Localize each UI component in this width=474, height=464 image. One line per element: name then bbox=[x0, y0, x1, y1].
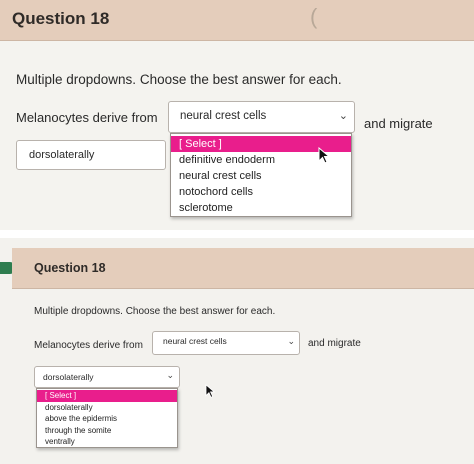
melanocytes-derive-label: Melanocytes derive from bbox=[34, 340, 143, 351]
chevron-down-icon: ⌄ bbox=[338, 110, 348, 122]
question-title: Question 18 bbox=[34, 261, 106, 275]
origin-select-value: neural crest cells bbox=[180, 110, 267, 122]
paren-icon: ( bbox=[310, 4, 318, 29]
question-panel-bottom: Question 18 Multiple dropdowns. Choose t… bbox=[0, 238, 474, 464]
direction-select[interactable]: dorsolaterally ⌄ bbox=[34, 366, 180, 388]
dropdown-option[interactable]: dorsolaterally bbox=[37, 402, 177, 414]
direction-select[interactable]: dorsolaterally bbox=[16, 140, 166, 170]
chevron-down-icon: ⌄ bbox=[166, 370, 174, 380]
question-header: Question 18 bbox=[12, 248, 474, 289]
dropdown-option[interactable]: [ Select ] bbox=[37, 390, 177, 402]
and-migrate-label: and migrate bbox=[364, 116, 433, 131]
question-title: Question 18 bbox=[12, 9, 110, 28]
direction-select-value: dorsolaterally bbox=[29, 149, 95, 161]
dropdown-option[interactable]: notochord cells bbox=[171, 184, 351, 200]
and-migrate-label: and migrate bbox=[308, 338, 361, 349]
dropdown-option[interactable]: through the somite bbox=[37, 425, 177, 437]
dropdown-option[interactable]: ventrally bbox=[37, 436, 177, 448]
direction-dropdown-list: [ Select ] dorsolaterally above the epid… bbox=[36, 388, 178, 448]
mouse-cursor-icon bbox=[318, 147, 331, 164]
origin-select[interactable]: neural crest cells ⌄ bbox=[152, 331, 300, 355]
dropdown-option[interactable]: above the epidermis bbox=[37, 413, 177, 425]
chevron-down-icon: ⌄ bbox=[287, 336, 295, 346]
origin-select-value: neural crest cells bbox=[163, 336, 227, 346]
question-header: Question 18 ( bbox=[0, 0, 474, 41]
origin-select[interactable]: neural crest cells ⌄ bbox=[168, 101, 355, 133]
dropdown-option[interactable]: neural crest cells bbox=[171, 168, 351, 184]
dropdown-option[interactable]: sclerotome bbox=[171, 200, 351, 216]
instructions-text: Multiple dropdowns. Choose the best answ… bbox=[34, 306, 276, 317]
origin-dropdown-list: [ Select ] definitive endoderm neural cr… bbox=[170, 133, 352, 217]
screenshot-divider bbox=[0, 230, 474, 238]
melanocytes-derive-label: Melanocytes derive from bbox=[16, 110, 158, 125]
mouse-cursor-icon bbox=[205, 384, 216, 398]
direction-select-value: dorsolaterally bbox=[43, 372, 94, 382]
question-panel-top: Question 18 ( Multiple dropdowns. Choose… bbox=[0, 0, 474, 230]
instructions-text: Multiple dropdowns. Choose the best answ… bbox=[16, 72, 342, 87]
